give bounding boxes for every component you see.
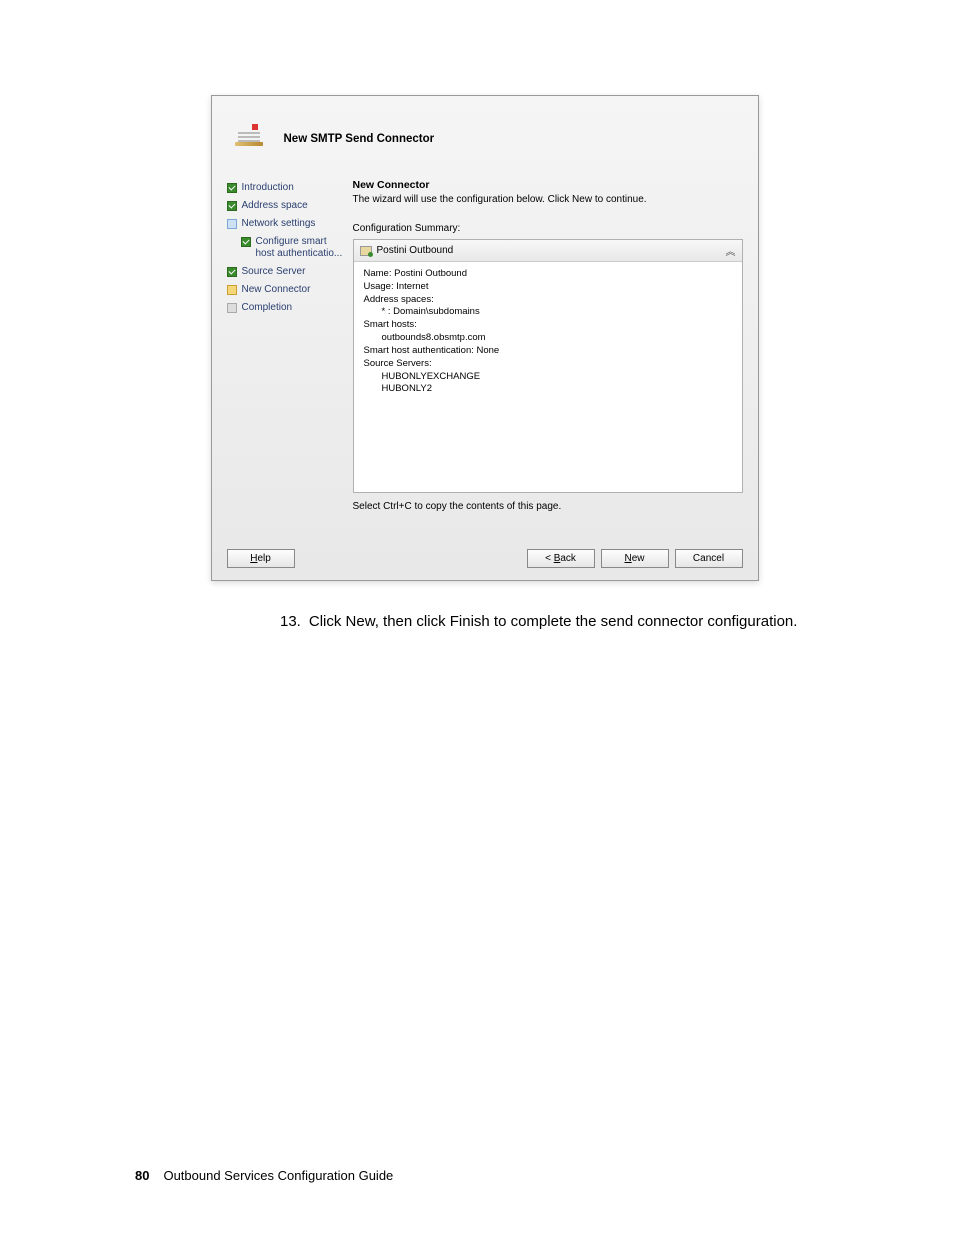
detail-address-spaces-label: Address spaces:	[364, 294, 732, 307]
nav-label: Introduction	[242, 182, 294, 194]
content-subtext: The wizard will use the configuration be…	[353, 194, 743, 205]
nav-smart-host-auth[interactable]: Configure smart host authenticatio...	[227, 233, 345, 263]
check-icon	[227, 267, 237, 277]
wizard-nav: Introduction Address space Network setti…	[227, 179, 345, 536]
detail-source-servers-label: Source Servers:	[364, 358, 732, 371]
nav-source-server[interactable]: Source Server	[227, 263, 345, 281]
nav-label: Source Server	[242, 266, 306, 278]
detail-address-space: * : Domain\subdomains	[364, 306, 732, 319]
content-heading: New Connector	[353, 179, 743, 191]
nav-label: Configure smart host authenticatio...	[256, 236, 345, 260]
check-icon	[227, 183, 237, 193]
nav-completion[interactable]: Completion	[227, 299, 345, 317]
current-step-icon	[227, 285, 237, 295]
nav-network-settings[interactable]: Network settings	[227, 215, 345, 233]
dialog-footer: Help < Back New Cancel	[212, 541, 758, 580]
detail-server1: HUBONLYEXCHANGE	[364, 371, 732, 384]
detail-smart-host: outbounds8.obsmtp.com	[364, 332, 732, 345]
nav-label: Completion	[242, 302, 293, 314]
page-number: 80	[135, 1168, 149, 1183]
check-icon	[227, 201, 237, 211]
summary-name: Postini Outbound	[377, 245, 454, 256]
connector-icon	[360, 246, 372, 256]
detail-auth: Smart host authentication: None	[364, 345, 732, 358]
new-button[interactable]: New	[601, 549, 669, 568]
check-icon	[241, 237, 251, 247]
cancel-button[interactable]: Cancel	[675, 549, 743, 568]
summary-label: Configuration Summary:	[353, 223, 743, 234]
nav-introduction[interactable]: Introduction	[227, 179, 345, 197]
nav-label: Address space	[242, 200, 308, 212]
summary-header-row[interactable]: Postini Outbound ︽	[354, 240, 742, 262]
summary-box: Postini Outbound ︽ Name: Postini Outboun…	[353, 239, 743, 493]
help-button[interactable]: Help	[227, 549, 295, 568]
footer-title: Outbound Services Configuration Guide	[163, 1168, 393, 1183]
nav-address-space[interactable]: Address space	[227, 197, 345, 215]
detail-server2: HUBONLY2	[364, 383, 732, 396]
wizard-content: New Connector The wizard will use the co…	[345, 179, 743, 536]
summary-details: Name: Postini Outbound Usage: Internet A…	[354, 262, 742, 492]
dialog-title: New SMTP Send Connector	[284, 133, 435, 145]
detail-usage: Usage: Internet	[364, 281, 732, 294]
instruction-step: 13. Click New, then click Finish to comp…	[280, 611, 834, 632]
step-number: 13.	[280, 611, 301, 632]
page-footer: 80 Outbound Services Configuration Guide	[135, 1168, 393, 1183]
detail-smart-hosts-label: Smart hosts:	[364, 319, 732, 332]
detail-name: Name: Postini Outbound	[364, 268, 732, 281]
wizard-icon	[227, 116, 272, 161]
nav-new-connector[interactable]: New Connector	[227, 281, 345, 299]
copy-hint: Select Ctrl+C to copy the contents of th…	[353, 501, 743, 512]
collapse-icon[interactable]: ︽	[726, 243, 736, 258]
pending-step-icon	[227, 303, 237, 313]
step-icon	[227, 219, 237, 229]
back-button[interactable]: < Back	[527, 549, 595, 568]
step-text: Click New, then click Finish to complete…	[309, 611, 798, 632]
wizard-dialog: New SMTP Send Connector Introduction Add…	[211, 95, 759, 581]
nav-label: Network settings	[242, 218, 316, 230]
nav-label: New Connector	[242, 284, 311, 296]
dialog-header: New SMTP Send Connector	[212, 96, 758, 171]
